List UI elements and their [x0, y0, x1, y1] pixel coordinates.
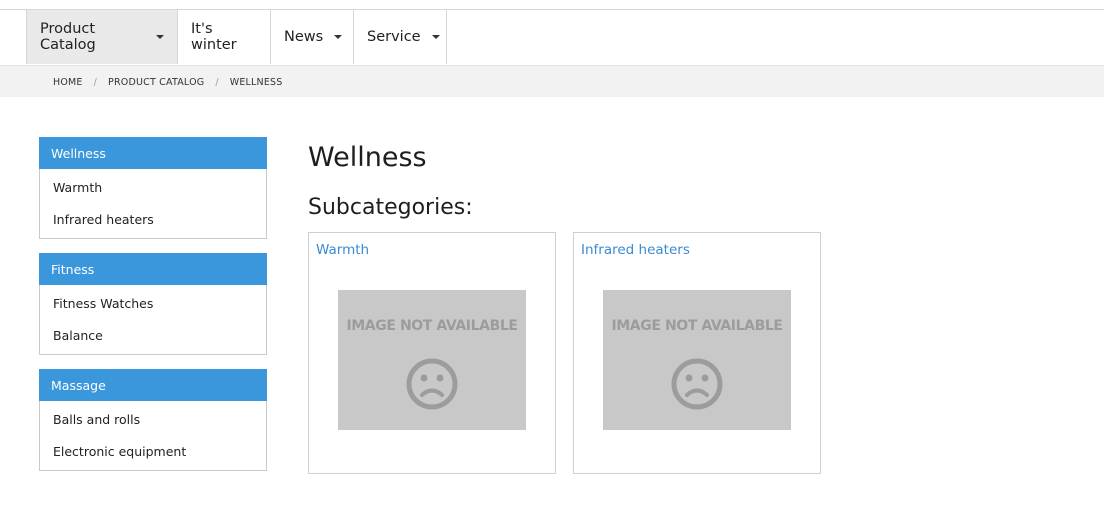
sidebar-item-fitness-watches[interactable]: Fitness Watches — [40, 287, 266, 319]
main-navigation: Product Catalog It's winter News Service — [26, 10, 447, 64]
breadcrumb: HOME / PRODUCT CATALOG / WELLNESS — [53, 66, 283, 98]
breadcrumb-bar: HOME / PRODUCT CATALOG / WELLNESS — [0, 65, 1104, 97]
sad-face-icon — [406, 358, 458, 410]
caret-down-icon — [334, 35, 343, 39]
subcategories-heading: Subcategories: — [308, 195, 473, 220]
sidebar-item-warmth[interactable]: Warmth — [40, 171, 266, 203]
subcategory-card-warmth[interactable]: Warmth IMAGE NOT AVAILABLE — [308, 232, 556, 474]
breadcrumb-product-catalog[interactable]: PRODUCT CATALOG — [108, 77, 204, 88]
caret-down-icon — [156, 35, 164, 39]
page-title: Wellness — [308, 142, 427, 173]
sidebar-item-balance[interactable]: Balance — [40, 319, 266, 351]
category-sidebar: Wellness Warmth Infrared heaters Fitness… — [39, 137, 267, 485]
sidebar-heading-fitness[interactable]: Fitness — [39, 253, 267, 285]
sidebar-item-balls-and-rolls[interactable]: Balls and rolls — [40, 403, 266, 435]
image-placeholder[interactable]: IMAGE NOT AVAILABLE — [338, 290, 526, 430]
sad-face-icon — [671, 358, 723, 410]
image-placeholder[interactable]: IMAGE NOT AVAILABLE — [603, 290, 791, 430]
breadcrumb-current: WELLNESS — [229, 76, 283, 88]
nav-item-service[interactable]: Service — [354, 10, 447, 64]
sidebar-item-electronic-equipment[interactable]: Electronic equipment — [40, 435, 266, 467]
caret-down-icon — [431, 35, 440, 39]
sidebar-item-infrared-heaters[interactable]: Infrared heaters — [40, 203, 266, 235]
breadcrumb-separator: / — [93, 76, 98, 88]
nav-label: It's winter — [191, 21, 237, 53]
breadcrumb-separator: / — [215, 76, 219, 88]
breadcrumb-home[interactable]: HOME — [53, 77, 83, 88]
nav-label: News — [284, 29, 324, 45]
nav-item-news[interactable]: News — [271, 10, 354, 64]
subcategory-card-infrared-heaters[interactable]: Infrared heaters IMAGE NOT AVAILABLE — [573, 232, 821, 474]
subcategory-link-warmth[interactable]: Warmth — [316, 242, 369, 258]
sidebar-group-wellness: Wellness Warmth Infrared heaters — [39, 137, 267, 239]
sidebar-group-massage: Massage Balls and rolls Electronic equip… — [39, 369, 267, 471]
sidebar-heading-wellness[interactable]: Wellness — [39, 137, 267, 169]
subcategory-link-infrared-heaters[interactable]: Infrared heaters — [581, 242, 690, 258]
nav-item-its-winter[interactable]: It's winter — [178, 10, 271, 64]
nav-label: Product Catalog — [40, 21, 96, 53]
image-not-available-text: IMAGE NOT AVAILABLE — [611, 318, 783, 334]
nav-label: Service — [367, 29, 421, 45]
nav-item-product-catalog[interactable]: Product Catalog — [26, 10, 178, 64]
sidebar-heading-massage[interactable]: Massage — [39, 369, 267, 401]
image-not-available-text: IMAGE NOT AVAILABLE — [346, 318, 518, 334]
sidebar-group-fitness: Fitness Fitness Watches Balance — [39, 253, 267, 355]
